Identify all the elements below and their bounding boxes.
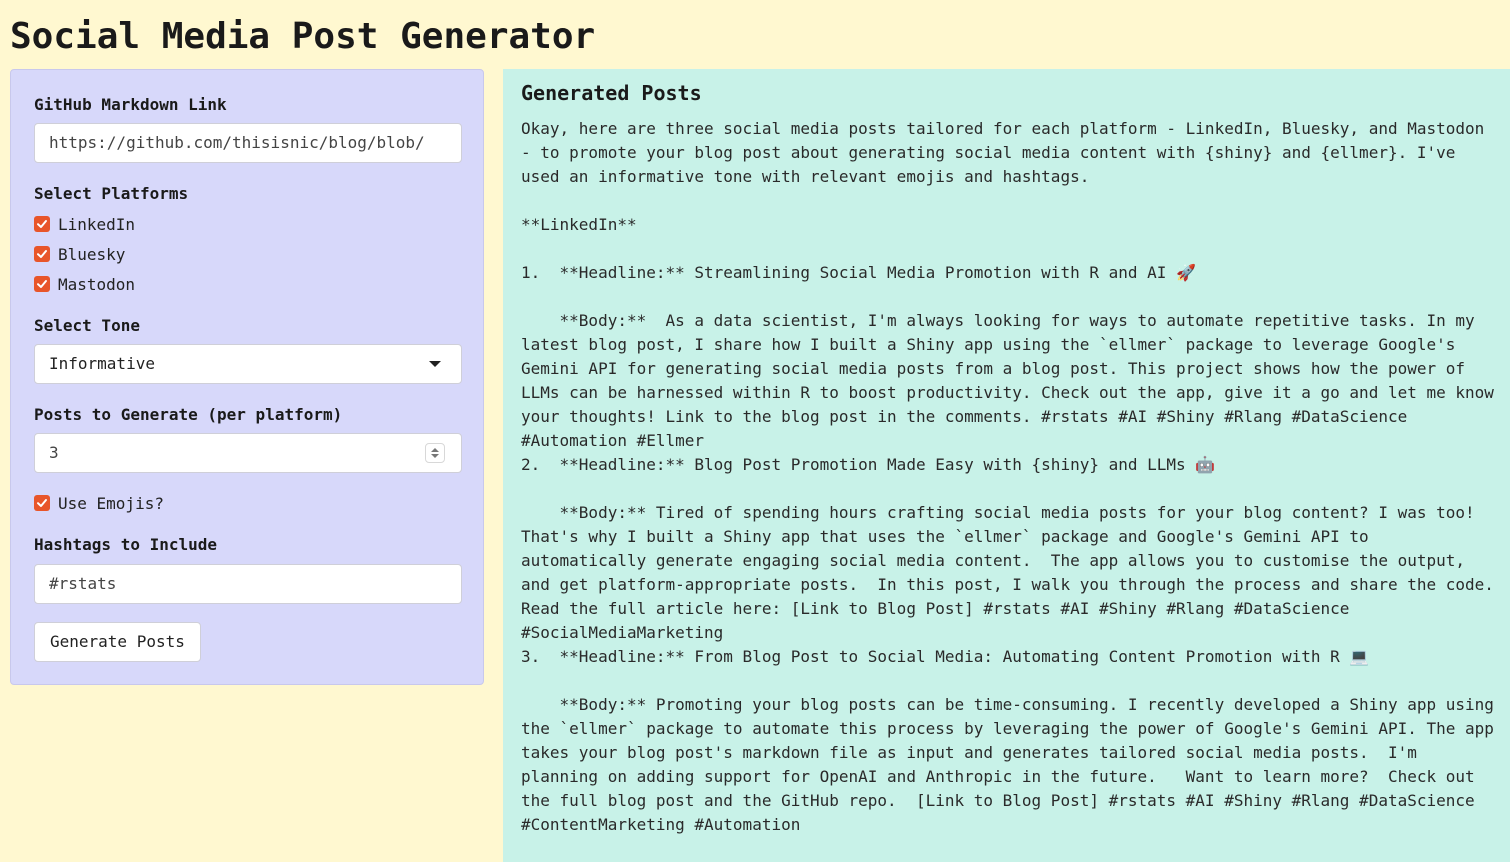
page: Social Media Post Generator GitHub Markd… (0, 0, 1510, 862)
sidebar-panel: GitHub Markdown Link https://github.com/… (10, 69, 484, 685)
mastodon-label: Mastodon (58, 274, 136, 294)
markdown-link-input[interactable]: https://github.com/thisisnic/blog/blob/ (34, 123, 462, 163)
spinner-arrows-icon[interactable] (425, 443, 445, 463)
tone-select[interactable]: Informative (34, 344, 462, 384)
posts-count-label: Posts to Generate (per platform) (34, 405, 343, 424)
posts-count-value: 3 (49, 443, 59, 462)
hashtags-input[interactable]: #rstats (34, 564, 462, 604)
step-up-icon[interactable] (431, 448, 439, 452)
step-down-icon[interactable] (431, 454, 439, 458)
linkedin-checkbox[interactable] (34, 216, 50, 232)
output-panel: Generated Posts Okay, here are three soc… (503, 69, 1510, 862)
checkbox-row-bluesky[interactable]: Bluesky (34, 243, 125, 265)
bluesky-checkbox[interactable] (34, 246, 50, 262)
check-icon (37, 499, 47, 507)
mastodon-checkbox[interactable] (34, 276, 50, 292)
posts-count-input[interactable]: 3 (34, 433, 462, 473)
checkbox-row-linkedin[interactable]: LinkedIn (34, 213, 135, 235)
checkbox-row-emojis[interactable]: Use Emojis? (34, 492, 164, 514)
app-title: Social Media Post Generator (10, 16, 596, 57)
hashtags-label: Hashtags to Include (34, 535, 218, 554)
caret-down-icon (429, 361, 441, 367)
check-icon (37, 250, 47, 258)
markdown-link-label: GitHub Markdown Link (34, 95, 227, 114)
emojis-checkbox[interactable] (34, 495, 50, 511)
platforms-label: Select Platforms (34, 184, 189, 203)
tone-selected-value: Informative (49, 354, 155, 373)
bluesky-label: Bluesky (58, 244, 126, 264)
linkedin-label: LinkedIn (58, 214, 136, 234)
generated-posts-text: Okay, here are three social media posts … (521, 119, 1494, 834)
check-icon (37, 280, 47, 288)
check-icon (37, 220, 47, 228)
tone-label: Select Tone (34, 316, 140, 335)
generate-posts-button[interactable]: Generate Posts (34, 622, 201, 662)
output-title: Generated Posts (521, 81, 702, 105)
emojis-label: Use Emojis? (58, 493, 164, 513)
checkbox-row-mastodon[interactable]: Mastodon (34, 273, 135, 295)
